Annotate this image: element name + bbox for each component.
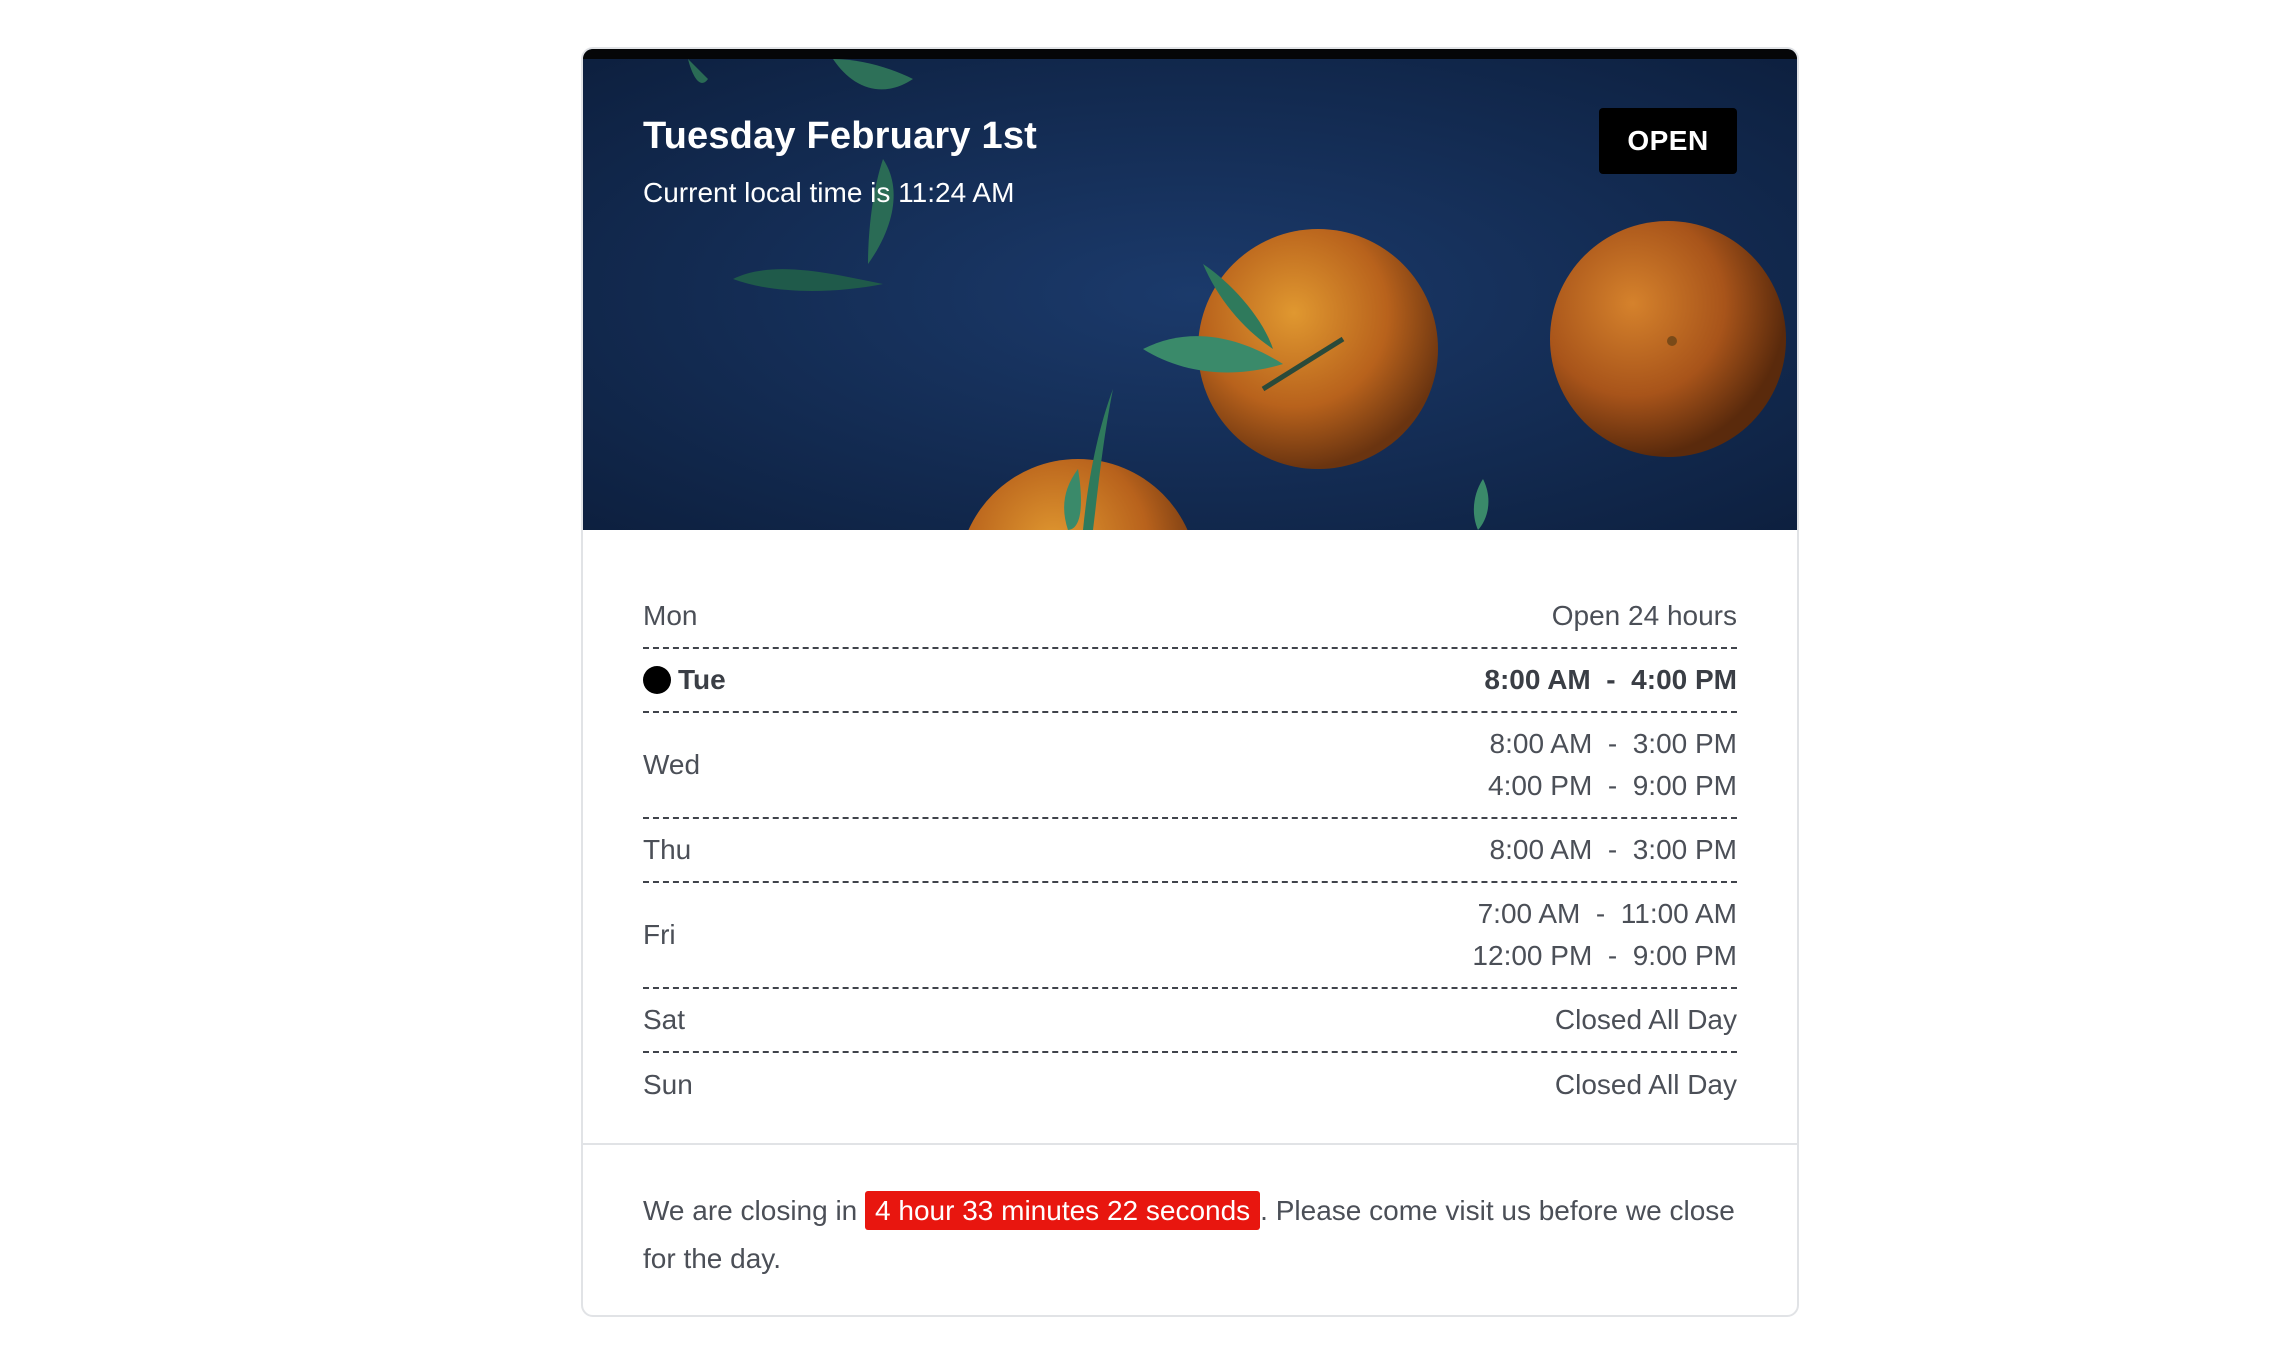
time-range: 12:00 PM - 9:00 PM bbox=[1472, 940, 1737, 971]
time-range: 8:00 AM - 3:00 PM bbox=[1489, 834, 1737, 865]
footer-divider bbox=[583, 1143, 1797, 1145]
day-label: Thu bbox=[643, 834, 692, 865]
time-range: Closed All Day bbox=[1554, 1069, 1737, 1100]
day-label: Sat bbox=[643, 1004, 686, 1035]
time-range: Closed All Day bbox=[1554, 1004, 1737, 1035]
hero-banner: Tuesday February 1st Current local time … bbox=[583, 49, 1797, 530]
hours-value: Open 24 hours bbox=[1552, 595, 1737, 637]
open-status-badge: OPEN bbox=[1599, 108, 1737, 174]
filled-circle-icon bbox=[643, 666, 671, 694]
day-label: Fri bbox=[643, 919, 676, 950]
hours-row-tue: Tue 8:00 AM - 4:00 PM bbox=[643, 649, 1737, 713]
hours-value: 8:00 AM - 3:00 PM bbox=[1490, 829, 1737, 871]
hours-value: Closed All Day bbox=[1555, 1064, 1737, 1106]
day-label: Mon bbox=[643, 600, 698, 631]
hours-row-thu: Thu 8:00 AM - 3:00 PM bbox=[643, 819, 1737, 883]
hours-row-fri: Fri 7:00 AM - 11:00 AM 12:00 PM - 9:00 P… bbox=[643, 883, 1737, 989]
time-range: Open 24 hours bbox=[1551, 600, 1737, 631]
hours-value: Closed All Day bbox=[1555, 999, 1737, 1041]
hours-table: Mon Open 24 hours Tue 8:00 AM - 4:00 PM … bbox=[643, 585, 1737, 1117]
hours-value: 8:00 AM - 4:00 PM bbox=[1484, 659, 1737, 701]
day-label: Sun bbox=[643, 1069, 693, 1100]
current-date: Tuesday February 1st bbox=[643, 115, 1038, 157]
hours-value: 8:00 AM - 3:00 PM 4:00 PM - 9:00 PM bbox=[1488, 723, 1737, 807]
day-label-text: Tue bbox=[678, 664, 726, 695]
closing-prefix: We are closing in bbox=[643, 1195, 866, 1226]
business-hours-card: Tuesday February 1st Current local time … bbox=[581, 47, 1799, 1317]
local-time: Current local time is 11:24 AM bbox=[643, 177, 1015, 208]
time-range: 8:00 AM - 3:00 PM bbox=[1489, 728, 1737, 759]
closing-message: We are closing in 4 hour 33 minutes 22 s… bbox=[643, 1187, 1737, 1283]
hours-row-sat: Sat Closed All Day bbox=[643, 989, 1737, 1053]
hours-row-wed: Wed 8:00 AM - 3:00 PM 4:00 PM - 9:00 PM bbox=[643, 713, 1737, 819]
time-range: 4:00 PM - 9:00 PM bbox=[1488, 770, 1737, 801]
time-range: 7:00 AM - 11:00 AM bbox=[1477, 898, 1737, 929]
day-label: Tue bbox=[643, 664, 726, 696]
day-label: Wed bbox=[643, 749, 701, 780]
hours-row-sun: Sun Closed All Day bbox=[643, 1053, 1737, 1117]
time-range: 8:00 AM - 4:00 PM bbox=[1484, 664, 1737, 695]
hours-row-mon: Mon Open 24 hours bbox=[643, 585, 1737, 649]
closing-countdown: 4 hour 33 minutes 22 seconds bbox=[865, 1191, 1261, 1230]
hours-value: 7:00 AM - 11:00 AM 12:00 PM - 9:00 PM bbox=[1472, 893, 1737, 977]
